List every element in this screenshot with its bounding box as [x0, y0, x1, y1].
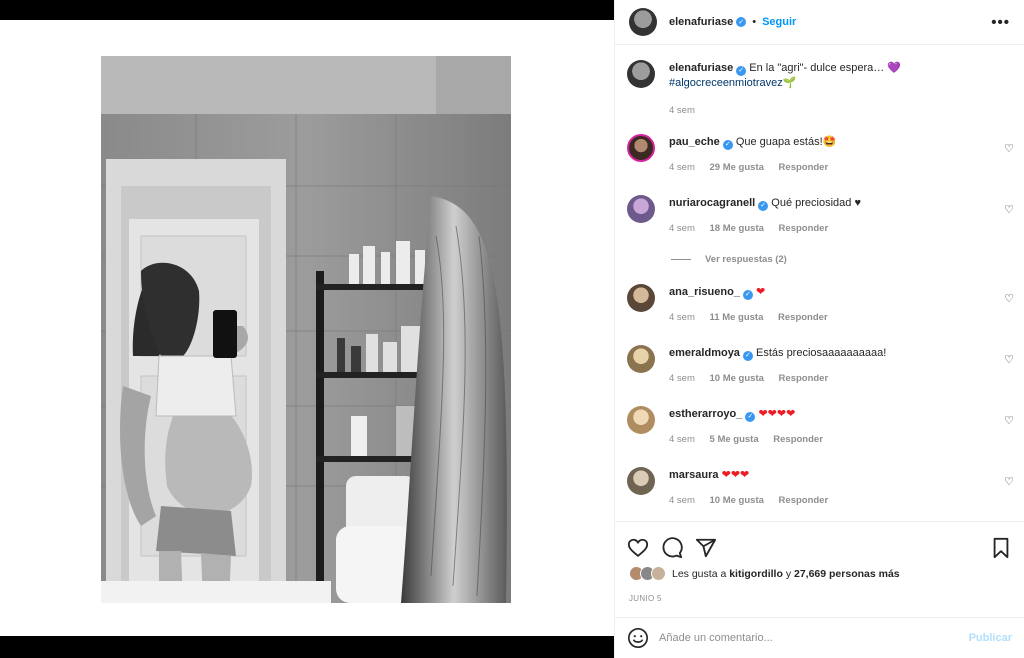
comment-time[interactable]: 4 sem [669, 312, 695, 323]
comment-likes[interactable]: 29 Me gusta [710, 162, 764, 173]
view-replies-button[interactable]: Ver respuestas (2) [671, 254, 787, 265]
photo-illustration [101, 56, 511, 603]
media-pane [0, 0, 614, 658]
reply-button[interactable]: Responder [779, 373, 829, 384]
verified-badge-icon: ✓ [758, 200, 769, 211]
comment-input[interactable] [659, 632, 969, 644]
follow-button[interactable]: Seguir [762, 16, 796, 28]
liker-username[interactable]: kitigordillo [729, 568, 783, 580]
paper-plane-icon[interactable] [695, 537, 717, 559]
commenter-avatar[interactable] [627, 195, 655, 223]
reply-button[interactable]: Responder [779, 162, 829, 173]
post-photo[interactable] [101, 56, 511, 603]
reply-button[interactable]: Responder [779, 223, 829, 234]
view-replies-label: Ver respuestas (2) [705, 254, 787, 265]
commenter-avatar[interactable] [627, 467, 655, 495]
comment-item: emeraldmoya ✓ Estás preciosaaaaaaaaaa! 4 … [627, 343, 1014, 386]
comment-username[interactable]: ana_risueno_ [669, 286, 740, 298]
verified-badge-icon: ✓ [736, 17, 747, 27]
author-username[interactable]: elenafuriase [669, 16, 733, 28]
liker-avatars [629, 566, 666, 581]
comments-list[interactable]: elenafuriase ✓ En la "agri"- dulce espera… [615, 46, 1024, 520]
comment-bubble-icon[interactable] [661, 536, 683, 559]
caption-time[interactable]: 4 sem [669, 105, 695, 116]
caption-hashtag[interactable]: #algocreceenmiotravez [669, 77, 783, 89]
black-heart-emoji: ♥ [854, 197, 861, 209]
author-info: elenafuriase ✓ • Seguir [669, 16, 796, 28]
comment-time[interactable]: 4 sem [669, 434, 695, 445]
purple-heart-emoji: 💜 [887, 62, 902, 74]
comment-text: Qué preciosidad [771, 197, 852, 209]
comment-time[interactable]: 4 sem [669, 162, 695, 173]
star-eyes-emoji: 🤩 [822, 136, 837, 148]
likes-prefix: Les gusta a [672, 567, 727, 580]
comment-username[interactable]: emeraldmoya [669, 347, 740, 359]
reply-button[interactable]: Responder [773, 434, 823, 445]
red-hearts-emoji: ❤❤❤❤ [758, 408, 796, 420]
like-comment-heart-icon[interactable]: ♡ [1004, 142, 1014, 155]
comment-likes[interactable]: 5 Me gusta [710, 434, 759, 445]
comment-username[interactable]: marsaura [669, 469, 719, 481]
post-actions-bar [615, 521, 1024, 561]
author-avatar[interactable] [629, 8, 657, 36]
publish-button[interactable]: Publicar [969, 632, 1012, 644]
comment-text: Estás preciosaaaaaaaaaa! [756, 347, 887, 359]
red-hearts-emoji: ❤❤❤ [721, 469, 750, 481]
heart-outline-icon[interactable] [627, 537, 649, 559]
commenter-avatar[interactable] [627, 134, 655, 162]
more-options-icon[interactable]: ••• [991, 14, 1010, 31]
comment-time[interactable]: 4 sem [669, 223, 695, 234]
comment-text: Que guapa estás! [735, 136, 823, 148]
separator-dot: • [752, 16, 757, 28]
commenter-avatar[interactable] [627, 284, 655, 312]
comment-time[interactable]: 4 sem [669, 495, 695, 506]
caption: elenafuriase ✓ En la "agri"- dulce espera… [627, 58, 1014, 118]
caption-text: En la "agri"- dulce espera… [749, 62, 885, 74]
like-comment-heart-icon[interactable]: ♡ [1004, 475, 1014, 488]
smiley-icon[interactable] [627, 627, 649, 649]
comment-item: ana_risueno_ ✓ ❤ 4 sem 11 Me gusta Respon… [627, 282, 1014, 325]
likes-conj: y [785, 567, 792, 580]
comment-item: nuriarocagranell ✓ Qué preciosidad ♥ 4 se… [627, 193, 1014, 236]
verified-badge-icon: ✓ [745, 411, 756, 422]
commenter-avatar[interactable] [627, 345, 655, 373]
verified-badge-icon: ✓ [742, 289, 753, 300]
red-heart-emoji: ❤ [755, 286, 766, 298]
comment-item: estherarroyo_ ✓ ❤❤❤❤ 4 sem 5 Me gusta Res… [627, 404, 1014, 447]
comment-likes[interactable]: 10 Me gusta [710, 373, 764, 384]
likes-count[interactable]: 27,669 personas más [794, 568, 900, 580]
bookmark-icon[interactable] [990, 537, 1012, 559]
comment-item: pau_eche ✓ Que guapa estás!🤩 4 sem 29 Me … [627, 132, 1014, 175]
comment-likes[interactable]: 18 Me gusta [710, 223, 764, 234]
reply-button[interactable]: Responder [779, 495, 829, 506]
comment-likes[interactable]: 10 Me gusta [710, 495, 764, 506]
post-header: elenafuriase ✓ • Seguir ••• [615, 0, 1024, 45]
likes-summary[interactable]: Les gusta a kitigordillo y 27,669 person… [629, 566, 900, 581]
author-avatar[interactable] [627, 60, 655, 88]
like-comment-heart-icon[interactable]: ♡ [1004, 203, 1014, 216]
caption-username[interactable]: elenafuriase [669, 62, 733, 74]
verified-badge-icon: ✓ [722, 139, 733, 150]
reply-button[interactable]: Responder [778, 312, 828, 323]
like-comment-heart-icon[interactable]: ♡ [1004, 353, 1014, 366]
comment-username[interactable]: pau_eche [669, 136, 720, 148]
comment-username[interactable]: estherarroyo_ [669, 408, 742, 420]
post-date[interactable]: JUNIO 5 [629, 594, 662, 603]
comment-likes[interactable]: 11 Me gusta [710, 312, 764, 323]
seedling-emoji: 🌱 [782, 77, 797, 89]
like-comment-heart-icon[interactable]: ♡ [1004, 414, 1014, 427]
verified-badge-icon: ✓ [736, 65, 747, 76]
verified-badge-icon: ✓ [742, 350, 753, 361]
comment-username[interactable]: nuriarocagranell [669, 197, 755, 209]
comment-item: marsaura ❤❤❤ 4 sem 10 Me gusta Responder… [627, 465, 1014, 508]
like-comment-heart-icon[interactable]: ♡ [1004, 292, 1014, 305]
liker-avatar [651, 566, 666, 581]
replies-line [671, 259, 691, 260]
add-comment-bar: Publicar [615, 617, 1024, 658]
comment-time[interactable]: 4 sem [669, 373, 695, 384]
commenter-avatar[interactable] [627, 406, 655, 434]
post-side-panel: elenafuriase ✓ • Seguir ••• elenafuriase… [614, 0, 1024, 658]
